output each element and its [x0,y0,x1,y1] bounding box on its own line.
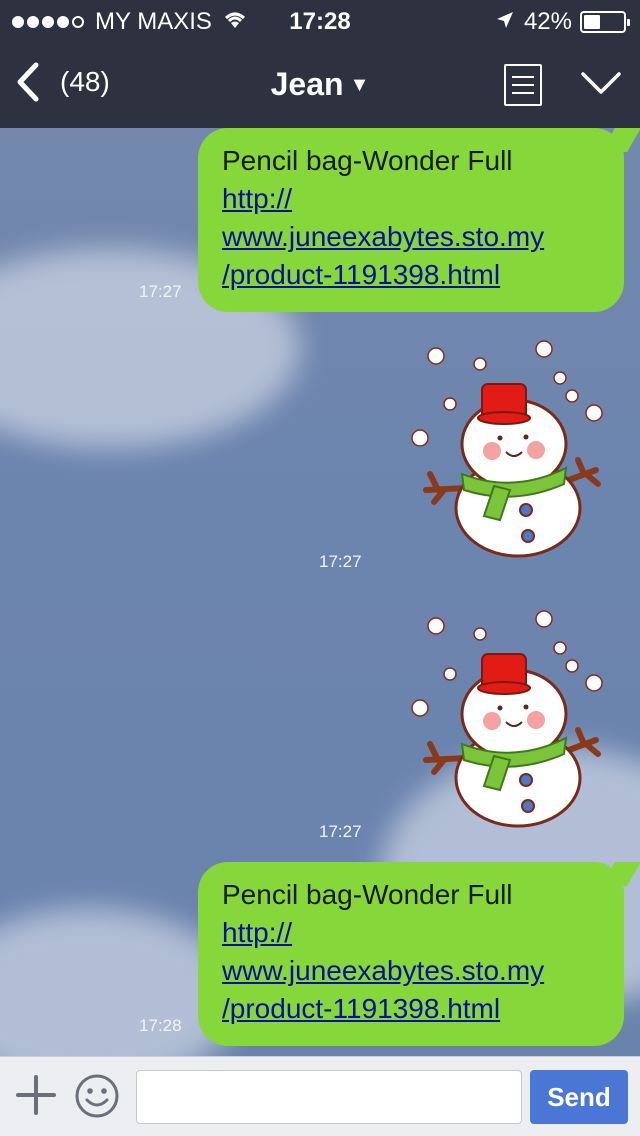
input-bar: Send [0,1056,640,1136]
contact-name: Jean [270,66,344,102]
message-bubble[interactable]: Pencil bag-Wonder Full http:// www.junee… [198,128,624,312]
emoji-icon[interactable] [74,1073,120,1119]
plus-icon[interactable] [16,1075,56,1115]
location-arrow-icon [496,8,514,36]
message-text: Pencil bag-Wonder Full [222,145,513,176]
snowman-sticker[interactable] [408,608,608,833]
link-line: www.juneexabytes.sto.my [222,221,545,252]
message-text: Pencil bag-Wonder Full [222,879,513,910]
chat-title[interactable]: Jean ▼ [0,66,640,103]
send-button[interactable]: Send [530,1070,628,1124]
link-line: /product-1191398.html [222,259,501,290]
link-line: http:// [222,183,293,214]
battery-percent: 42% [523,8,572,35]
battery-icon [580,11,630,33]
message-time: 17:27 [139,282,182,301]
message-time: 17:27 [319,552,362,571]
message-link[interactable]: http:// www.juneexabytes.sto.my /product… [222,180,600,294]
chevron-down-icon[interactable] [580,68,622,103]
link-line: /product-1191398.html [222,993,501,1024]
link-line: www.juneexabytes.sto.my [222,955,545,986]
battery-fill [584,15,600,29]
message-input[interactable] [136,1070,522,1124]
message-time: 17:28 [139,1016,182,1035]
snowman-sticker[interactable] [408,338,608,563]
status-right: 42% [496,8,630,36]
message-link[interactable]: http:// www.juneexabytes.sto.my /product… [222,914,600,1028]
link-line: http:// [222,917,293,948]
header: MY MAXIS 17:28 42% (48) Jean ▼ [0,0,640,128]
nav-bar: (48) Jean ▼ [0,40,640,128]
caret-down-icon: ▼ [349,74,370,96]
message-time: 17:27 [319,822,362,841]
notes-menu-icon[interactable] [504,64,542,106]
message-bubble[interactable]: Pencil bag-Wonder Full http:// www.junee… [198,862,624,1046]
status-bar: MY MAXIS 17:28 42% [0,0,640,40]
chat-area[interactable]: 17:27 Pencil bag-Wonder Full http:// www… [0,128,640,1056]
